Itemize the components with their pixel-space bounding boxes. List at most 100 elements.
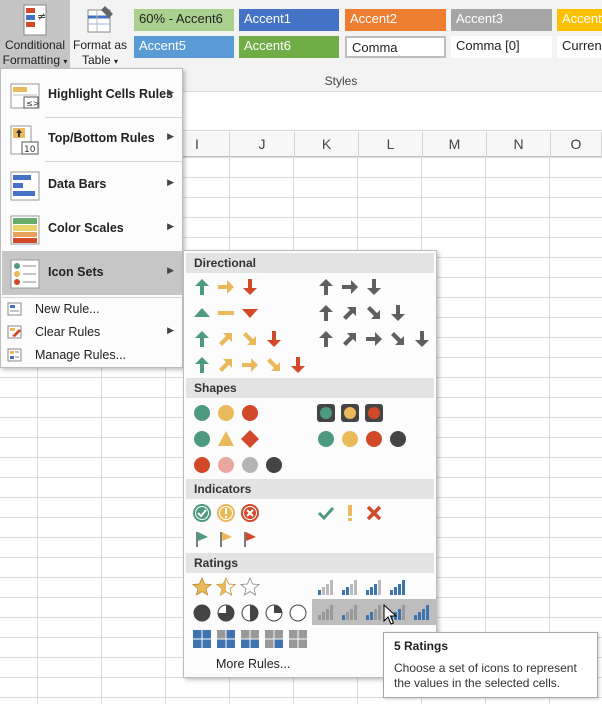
dropdown-caret-icon: ▾ <box>114 57 119 66</box>
menu-item-icon-sets[interactable]: Icon Sets ▶ <box>2 251 182 295</box>
arrow-right-gray-icon <box>342 280 358 294</box>
menu-item-label: Data Bars <box>48 177 107 191</box>
diamond-red-icon <box>241 430 259 448</box>
arrow-down-right-gray-icon <box>367 306 380 319</box>
arrow-up-gray-icon <box>319 331 333 347</box>
menu-item-data-bars[interactable]: Data Bars ▶ <box>2 163 182 207</box>
column-header-j[interactable]: J <box>230 132 295 157</box>
circle-black-icon <box>266 457 282 473</box>
arrow-up-green-icon <box>195 357 209 373</box>
menu-item-clear-rules[interactable]: Clear Rules ▶ <box>2 320 182 344</box>
conditional-formatting-menu: ≤> Highlight Cells Rules ▶ 10 Top/Bottom… <box>0 68 183 368</box>
quarter-one-icon <box>265 604 283 622</box>
traffic-light-green-icon <box>317 404 335 422</box>
signal-bars-4-icon <box>390 580 405 595</box>
cell-style-60-accent6[interactable]: 60% - Accent6 <box>134 9 234 31</box>
icon-set-3-flags[interactable] <box>188 527 308 551</box>
quarter-half-icon <box>241 604 259 622</box>
cell-style-accent1[interactable]: Accent1 <box>239 9 339 31</box>
icon-set-4-arrows-colored[interactable] <box>188 327 308 351</box>
column-header-k[interactable]: K <box>295 132 359 157</box>
boxes-4-icon <box>193 630 211 648</box>
column-header-m[interactable]: M <box>423 132 487 157</box>
cell-style-comma[interactable]: Comma <box>345 36 446 58</box>
cell-style-accent6[interactable]: Accent6 <box>239 36 339 58</box>
circle-yellow-icon <box>342 431 358 447</box>
cell-style-accent4[interactable]: Accent <box>557 9 602 31</box>
icon-set-3-symbols-uncircled[interactable] <box>312 501 432 525</box>
boxes-1-icon <box>265 630 283 648</box>
icon-set-4-arrows-gray[interactable] <box>312 301 432 325</box>
icon-set-3-arrows-colored[interactable] <box>188 275 308 299</box>
circle-green-icon <box>194 431 210 447</box>
cell-style-currency[interactable]: Curren <box>557 36 602 58</box>
arrow-up-green-icon <box>195 331 209 347</box>
star-half-icon <box>216 577 236 596</box>
more-rules-link[interactable]: More Rules... <box>216 657 290 671</box>
section-header-ratings: Ratings <box>186 553 434 573</box>
format-as-table-label-1: Format as <box>72 38 127 52</box>
arrow-down-red-icon <box>291 357 305 373</box>
star-empty-icon <box>240 577 260 596</box>
icon-set-3-symbols-circled[interactable] <box>188 501 308 525</box>
arrow-down-right-yellow-icon <box>243 332 256 345</box>
menu-item-label: Color Scales <box>48 221 124 235</box>
menu-item-label: Top/Bottom Rules <box>48 131 155 145</box>
circle-red-icon <box>242 405 258 421</box>
menu-item-highlight-cells-rules[interactable]: ≤> Highlight Cells Rules ▶ <box>2 73 182 117</box>
signal-bars-1-icon <box>318 580 333 595</box>
menu-item-manage-rules[interactable]: Manage Rules... <box>2 343 182 367</box>
menu-item-new-rule[interactable]: New Rule... <box>2 297 182 321</box>
icon-set-5-arrows-gray[interactable] <box>312 327 432 351</box>
format-as-table-label-2: Table ▾ <box>70 53 130 69</box>
menu-item-top-bottom-rules[interactable]: 10 Top/Bottom Rules ▶ <box>2 117 182 161</box>
icon-sets-icon <box>10 259 40 289</box>
boxes-2-icon <box>241 630 259 648</box>
format-as-table-button[interactable]: Format as Table ▾ <box>70 0 130 72</box>
column-header-l[interactable]: L <box>359 132 423 157</box>
quarter-empty-icon <box>289 604 307 622</box>
menu-item-color-scales[interactable]: Color Scales ▶ <box>2 207 182 251</box>
cell-style-accent3[interactable]: Accent3 <box>451 9 552 31</box>
highlight-cells-rules-icon: ≤> <box>10 83 40 109</box>
icon-set-3-stars[interactable] <box>188 575 308 599</box>
icon-set-5-quarters[interactable] <box>188 601 308 625</box>
arrow-right-gray-icon <box>366 332 382 346</box>
cell-style-accent5[interactable]: Accent5 <box>134 36 234 58</box>
column-header-n[interactable]: N <box>487 132 551 157</box>
icon-set-5-boxes[interactable] <box>188 627 312 651</box>
icon-set-3-traffic-lights-unrimmed[interactable] <box>188 401 308 425</box>
conditional-formatting-icon: ≠ <box>23 4 47 36</box>
arrow-down-right-gray-icon <box>391 332 404 345</box>
cell-style-accent2[interactable]: Accent2 <box>345 9 446 31</box>
color-scales-icon <box>10 215 40 245</box>
submenu-arrow-icon: ▶ <box>167 221 174 231</box>
boxes-3-icon <box>217 630 235 648</box>
circle-green-icon <box>318 431 334 447</box>
icon-set-5-ratings[interactable] <box>312 599 436 625</box>
icon-set-3-signs[interactable] <box>188 427 308 451</box>
icon-set-3-traffic-lights-rimmed[interactable] <box>312 401 432 425</box>
section-header-indicators: Indicators <box>186 479 434 499</box>
icon-set-5-arrows-colored[interactable] <box>188 353 312 377</box>
tooltip-title: 5 Ratings <box>394 639 449 653</box>
arrow-up-green-icon <box>195 279 209 295</box>
arrow-right-yellow-icon <box>218 280 234 294</box>
format-as-table-icon <box>87 6 113 33</box>
icon-set-4-traffic-lights[interactable] <box>312 427 432 451</box>
arrow-up-gray-icon <box>319 305 333 321</box>
icon-set-red-to-black[interactable] <box>188 453 308 477</box>
circle-red-icon <box>366 431 382 447</box>
icon-set-4-ratings[interactable] <box>312 575 432 599</box>
x-red-icon <box>366 505 382 521</box>
circle-yellow-icon <box>218 405 234 421</box>
signal-bars-4-icon <box>414 605 429 620</box>
column-header-o[interactable]: O <box>551 132 602 157</box>
conditional-formatting-button[interactable]: ≠ Conditional Formatting ▾ <box>0 0 70 72</box>
x-circle-red-icon <box>241 504 259 522</box>
signal-bars-0-icon <box>318 605 333 620</box>
cell-style-comma-0[interactable]: Comma [0] <box>451 36 552 58</box>
icon-set-3-triangles[interactable] <box>188 301 308 325</box>
new-rule-icon <box>7 302 22 316</box>
icon-set-3-arrows-gray[interactable] <box>312 275 432 299</box>
